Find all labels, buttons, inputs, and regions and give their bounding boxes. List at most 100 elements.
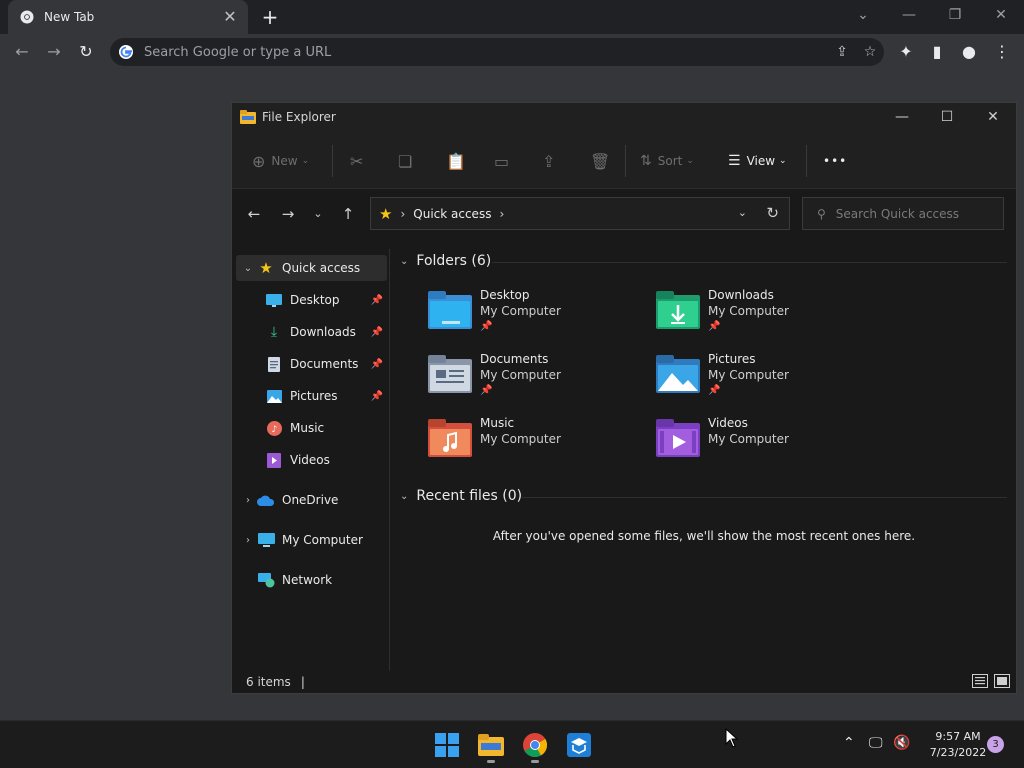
downloads-icon: ⤓ bbox=[270, 324, 278, 340]
extensions-puzzle-icon[interactable]: ✦ bbox=[894, 40, 918, 64]
svg-text:♪: ♪ bbox=[271, 425, 277, 435]
nav-item-my-computer[interactable]: › My Computer bbox=[236, 527, 387, 553]
chrome-menu-icon[interactable]: ⋮ bbox=[990, 40, 1014, 64]
nav-item-videos[interactable]: Videos bbox=[236, 447, 387, 473]
rename-icon[interactable]: ▭ bbox=[494, 149, 509, 173]
large-icons-view-icon[interactable] bbox=[994, 674, 1010, 688]
expand-chevron-icon[interactable]: › bbox=[240, 535, 256, 546]
folder-tile-documents[interactable]: Documents My Computer 📌 bbox=[428, 351, 628, 407]
up-arrow-icon[interactable]: ↑ bbox=[336, 203, 360, 225]
collapse-chevron-icon: ⌄ bbox=[400, 490, 409, 502]
folder-tile-videos[interactable]: Videos My Computer bbox=[656, 415, 856, 471]
command-separator bbox=[332, 145, 333, 177]
back-arrow-icon[interactable]: ← bbox=[10, 40, 34, 64]
star-icon: ★ bbox=[259, 259, 273, 277]
expand-chevron-icon[interactable]: › bbox=[240, 495, 256, 506]
taskbar-chrome[interactable] bbox=[519, 729, 551, 763]
explorer-minimize-icon[interactable]: — bbox=[879, 103, 925, 131]
minimize-icon[interactable]: — bbox=[897, 4, 921, 26]
windows-logo-icon bbox=[435, 733, 459, 757]
forward-arrow-icon[interactable]: → bbox=[42, 40, 66, 64]
explorer-status-bar: 6 items | bbox=[232, 671, 1016, 693]
side-panel-icon[interactable]: ▮ bbox=[925, 40, 949, 64]
taskbar-store-app[interactable] bbox=[563, 729, 595, 761]
delete-icon[interactable]: 🗑 bbox=[590, 149, 610, 173]
omnibox[interactable]: Search Google or type a URL ⇪ ☆ bbox=[110, 38, 884, 66]
close-window-icon[interactable]: ✕ bbox=[989, 4, 1013, 26]
close-tab-icon[interactable]: ✕ bbox=[222, 9, 238, 25]
restore-icon[interactable]: ❐ bbox=[943, 4, 967, 26]
nav-item-documents[interactable]: Documents 📌 bbox=[236, 351, 387, 377]
new-tab-button[interactable]: + bbox=[258, 5, 282, 29]
chevron-down-icon: ⌄ bbox=[779, 156, 787, 166]
nav-item-network[interactable]: Network bbox=[236, 567, 387, 593]
pictures-folder-icon bbox=[656, 355, 700, 393]
breadcrumb-quick-access[interactable]: Quick access bbox=[413, 207, 491, 221]
refresh-icon[interactable]: ↻ bbox=[766, 204, 779, 222]
documents-icon bbox=[264, 355, 284, 373]
search-box[interactable]: ⚲ Search Quick access bbox=[802, 197, 1004, 230]
explorer-maximize-icon[interactable]: ☐ bbox=[924, 103, 970, 131]
explorer-back-icon[interactable]: ← bbox=[242, 203, 266, 225]
chrome-tab-new-tab[interactable]: New Tab ✕ bbox=[8, 0, 248, 34]
more-options-button[interactable]: ••• bbox=[823, 149, 847, 173]
folder-name: Pictures bbox=[708, 352, 756, 366]
sort-button[interactable]: ⇅ Sort ⌄ bbox=[640, 149, 694, 173]
plus-circle-icon: ⊕ bbox=[252, 151, 266, 171]
breadcrumb-chevron-icon: › bbox=[499, 206, 505, 221]
volume-muted-icon[interactable]: 🔇 bbox=[893, 735, 910, 751]
cut-icon[interactable]: ✂ bbox=[350, 149, 363, 173]
nav-label: Documents bbox=[290, 357, 359, 371]
file-explorer-folder-icon bbox=[478, 734, 504, 756]
recent-files-section-header[interactable]: ⌄ Recent files (0) bbox=[400, 488, 522, 504]
item-count: 6 items bbox=[246, 675, 291, 689]
copy-icon[interactable]: ❏ bbox=[398, 149, 412, 173]
share-icon[interactable]: ⇪ bbox=[542, 149, 555, 173]
reload-icon[interactable]: ↻ bbox=[74, 40, 98, 64]
paste-icon[interactable]: 📋 bbox=[446, 149, 466, 173]
nav-item-desktop[interactable]: Desktop 📌 bbox=[236, 287, 387, 313]
network-tray-icon[interactable]: 🖵 bbox=[869, 735, 883, 751]
profile-icon[interactable]: ● bbox=[957, 40, 981, 64]
folders-section-header[interactable]: ⌄ Folders (6) bbox=[400, 253, 491, 269]
share-icon[interactable]: ⇪ bbox=[828, 44, 856, 60]
new-button[interactable]: ⊕ New ⌄ bbox=[252, 149, 309, 173]
view-button[interactable]: ☰ View ⌄ bbox=[728, 149, 787, 173]
start-button[interactable] bbox=[431, 729, 463, 761]
nav-item-music[interactable]: ♪ Music bbox=[236, 415, 387, 441]
address-dropdown-icon[interactable]: ⌄ bbox=[738, 206, 747, 219]
folder-name: Downloads bbox=[708, 288, 774, 302]
file-explorer-folder-icon bbox=[240, 110, 256, 124]
nav-label: Music bbox=[290, 421, 325, 435]
taskbar-file-explorer[interactable] bbox=[475, 729, 507, 763]
folder-tile-downloads[interactable]: Downloads My Computer 📌 bbox=[656, 287, 856, 343]
expand-chevron-icon[interactable]: ⌄ bbox=[240, 263, 256, 274]
tab-search-icon[interactable]: ⌄ bbox=[851, 4, 875, 26]
section-divider bbox=[492, 262, 1007, 263]
folder-location: My Computer bbox=[480, 304, 561, 318]
folder-tile-desktop[interactable]: Desktop My Computer 📌 bbox=[428, 287, 628, 343]
explorer-close-icon[interactable]: ✕ bbox=[970, 103, 1016, 131]
taskbar-clock[interactable]: 9:57 AM 7/23/2022 bbox=[918, 729, 998, 761]
address-bar[interactable]: ★ › Quick access › ⌄ ↻ bbox=[370, 197, 790, 230]
recent-locations-icon[interactable]: ⌄ bbox=[306, 203, 330, 225]
section-divider bbox=[522, 497, 1007, 498]
nav-item-pictures[interactable]: Pictures 📌 bbox=[236, 383, 387, 409]
folder-tile-music[interactable]: Music My Computer bbox=[428, 415, 628, 471]
bookmark-star-icon[interactable]: ☆ bbox=[856, 44, 884, 60]
documents-folder-icon bbox=[428, 355, 472, 393]
explorer-forward-icon[interactable]: → bbox=[276, 203, 300, 225]
nav-item-quick-access[interactable]: ⌄ ★ Quick access bbox=[236, 255, 387, 281]
nav-item-onedrive[interactable]: › OneDrive bbox=[236, 487, 387, 513]
explorer-title-bar[interactable]: File Explorer — ☐ ✕ bbox=[232, 103, 1016, 131]
desktop-icon bbox=[264, 291, 284, 309]
nav-label: OneDrive bbox=[282, 493, 339, 507]
folder-tile-pictures[interactable]: Pictures My Computer 📌 bbox=[656, 351, 856, 407]
notification-badge[interactable]: 3 bbox=[987, 736, 1004, 753]
nav-label: My Computer bbox=[282, 533, 363, 547]
show-hidden-icons-chevron-icon[interactable]: ⌃ bbox=[843, 735, 855, 751]
details-view-icon[interactable] bbox=[972, 674, 988, 688]
nav-item-downloads[interactable]: ⤓ Downloads 📌 bbox=[236, 319, 387, 345]
desktop-folder-icon bbox=[428, 291, 472, 329]
breadcrumb-chevron-icon: › bbox=[400, 206, 406, 221]
